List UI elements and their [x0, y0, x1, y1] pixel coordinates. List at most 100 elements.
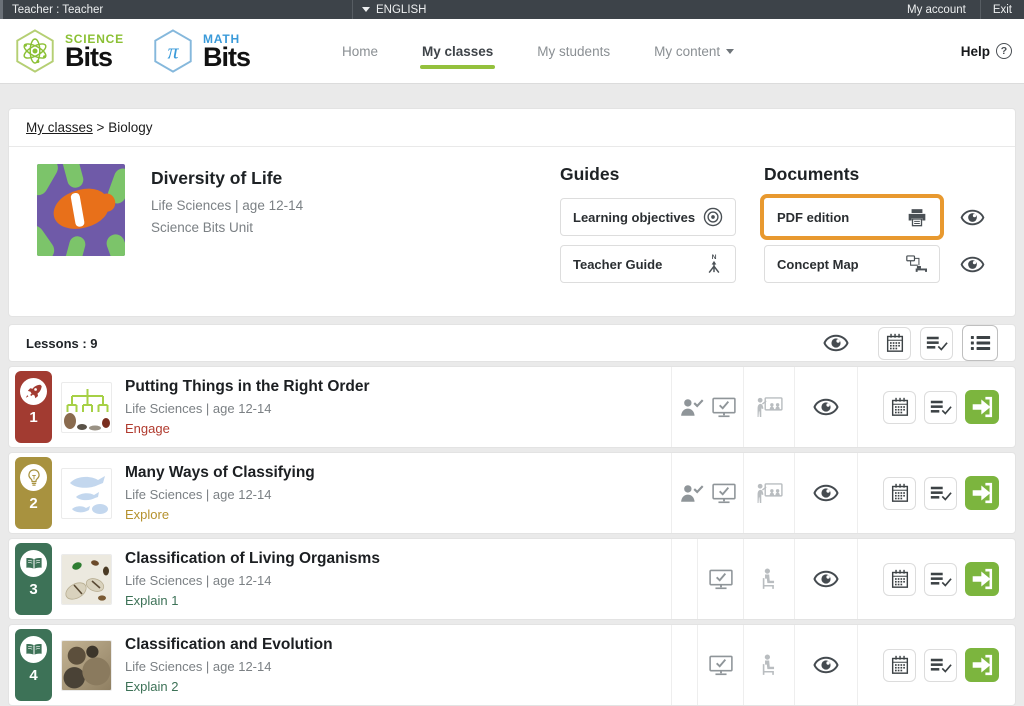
seated-student-icon[interactable] — [760, 654, 778, 676]
system-topbar: Teacher : Teacher ENGLISH My account Exi… — [0, 0, 1024, 19]
math-bits-logo[interactable]: MATH Bits — [150, 28, 250, 74]
lesson-calendar-button[interactable] — [883, 477, 916, 510]
calendar-icon — [885, 333, 905, 353]
eye-icon — [960, 256, 985, 273]
lesson-visibility-toggle[interactable] — [813, 484, 839, 502]
lessons-toolbar: Lessons : 9 — [8, 324, 1016, 362]
science-bits-logo[interactable]: SCIENCE Bits — [12, 28, 124, 74]
visibility-cell — [794, 367, 857, 447]
math-bits-name: Bits — [203, 46, 250, 69]
task-list-icon — [930, 656, 952, 675]
lesson-meta: Life Sciences | age 12-14 — [125, 401, 671, 416]
seated-student-icon[interactable] — [760, 568, 778, 590]
help-button[interactable]: Help ? — [961, 43, 1012, 59]
presentation-icon[interactable] — [756, 397, 783, 418]
lessons-count-label: Lessons : 9 — [26, 336, 98, 351]
student-check-icon[interactable] — [680, 484, 704, 503]
breadcrumb-current: Biology — [108, 120, 152, 135]
nav-home[interactable]: Home — [342, 44, 378, 59]
open-lesson-button[interactable] — [965, 476, 999, 510]
pdf-edition-visibility-toggle[interactable] — [960, 209, 985, 226]
lesson-number: 1 — [29, 409, 37, 426]
unit-type: Science Bits Unit — [151, 220, 303, 235]
enter-icon — [971, 396, 993, 418]
calendar-icon — [890, 655, 910, 675]
language-selector[interactable]: ENGLISH — [352, 0, 893, 19]
teacher-guide-button[interactable]: Teacher Guide — [560, 245, 736, 283]
concept-map-visibility-toggle[interactable] — [960, 256, 985, 273]
presentation-icon[interactable] — [756, 483, 783, 504]
lesson-calendar-button[interactable] — [883, 563, 916, 596]
calendar-icon — [890, 397, 910, 417]
exit-link[interactable]: Exit — [980, 0, 1024, 19]
lesson-info: Many Ways of Classifying Life Sciences |… — [125, 464, 671, 522]
concept-map-button[interactable]: Concept Map — [764, 245, 940, 283]
lesson-task-list-button[interactable] — [924, 649, 957, 682]
open-lesson-button[interactable] — [965, 562, 999, 596]
eye-icon — [813, 570, 839, 588]
lessons-task-list-button[interactable] — [920, 327, 953, 360]
lesson-task-list-button[interactable] — [924, 391, 957, 424]
nav-my-content[interactable]: My content — [654, 44, 734, 59]
lesson-number-badge: 3 — [15, 543, 52, 615]
lesson-visibility-toggle[interactable] — [813, 656, 839, 674]
nav-my-classes[interactable]: My classes — [422, 44, 493, 59]
presentation-cell — [743, 453, 794, 533]
nav-my-content-label: My content — [654, 44, 720, 59]
list-view-icon — [970, 334, 991, 352]
monitor-check-cell — [697, 539, 743, 619]
eye-icon — [823, 334, 849, 352]
task-list-icon — [926, 334, 948, 353]
student-work-cell-empty — [671, 625, 697, 705]
pdf-edition-button[interactable]: PDF edition — [764, 198, 940, 236]
lesson-task-list-button[interactable] — [924, 477, 957, 510]
unit-cover-image — [37, 164, 125, 256]
lesson-title[interactable]: Classification and Evolution — [125, 636, 671, 654]
language-label: ENGLISH — [376, 4, 427, 16]
task-list-icon — [930, 570, 952, 589]
monitor-check-icon[interactable] — [709, 655, 733, 676]
lesson-visibility-toggle[interactable] — [813, 570, 839, 588]
lesson-row: 3 Classification of Living Organisms Lif… — [8, 538, 1016, 620]
lesson-calendar-button[interactable] — [883, 391, 916, 424]
lesson-number-badge: 1 — [15, 371, 52, 443]
my-account-link[interactable]: My account — [893, 4, 980, 16]
lesson-number: 4 — [29, 667, 37, 684]
seated-student-cell — [743, 539, 794, 619]
clownfish-illustration — [49, 184, 113, 234]
app-window: Teacher : Teacher ENGLISH My account Exi… — [0, 0, 1024, 684]
lesson-phase: Engage — [125, 421, 671, 436]
lesson-title[interactable]: Classification of Living Organisms — [125, 550, 671, 568]
lesson-actions-cell — [857, 453, 1015, 533]
lesson-thumbnail — [61, 382, 112, 433]
nav-my-students[interactable]: My students — [537, 44, 610, 59]
learning-objectives-button[interactable]: Learning objectives — [560, 198, 736, 236]
monitor-check-icon[interactable] — [709, 569, 733, 590]
student-work-cell — [671, 453, 743, 533]
chevron-down-icon — [726, 49, 734, 54]
lessons-calendar-button[interactable] — [878, 327, 911, 360]
lesson-task-list-button[interactable] — [924, 563, 957, 596]
monitor-check-icon[interactable] — [712, 483, 736, 504]
lesson-row: 2 Many Ways of Classifying Life Sciences… — [8, 452, 1016, 534]
lesson-visibility-toggle[interactable] — [813, 398, 839, 416]
student-check-icon[interactable] — [680, 398, 704, 417]
lessons-visibility-toggle[interactable] — [823, 334, 849, 352]
pi-hexagon-icon — [150, 28, 196, 74]
guides-column: Guides Learning objectives Teacher Guide — [560, 164, 736, 292]
guides-heading: Guides — [560, 164, 736, 185]
open-lesson-button[interactable] — [965, 390, 999, 424]
lesson-calendar-button[interactable] — [883, 649, 916, 682]
seated-student-cell — [743, 625, 794, 705]
unit-resources: Guides Learning objectives Teacher Guide — [560, 164, 987, 292]
breadcrumb-my-classes-link[interactable]: My classes — [26, 120, 93, 135]
lesson-info: Putting Things in the Right Order Life S… — [125, 378, 671, 436]
documents-heading: Documents — [764, 164, 985, 185]
lessons-list-view-button[interactable] — [962, 325, 998, 361]
open-lesson-button[interactable] — [965, 648, 999, 682]
unit-header: Diversity of Life Life Sciences | age 12… — [9, 147, 1015, 316]
learning-objectives-label: Learning objectives — [573, 210, 695, 225]
lesson-title[interactable]: Many Ways of Classifying — [125, 464, 671, 482]
lesson-title[interactable]: Putting Things in the Right Order — [125, 378, 671, 396]
monitor-check-icon[interactable] — [712, 397, 736, 418]
